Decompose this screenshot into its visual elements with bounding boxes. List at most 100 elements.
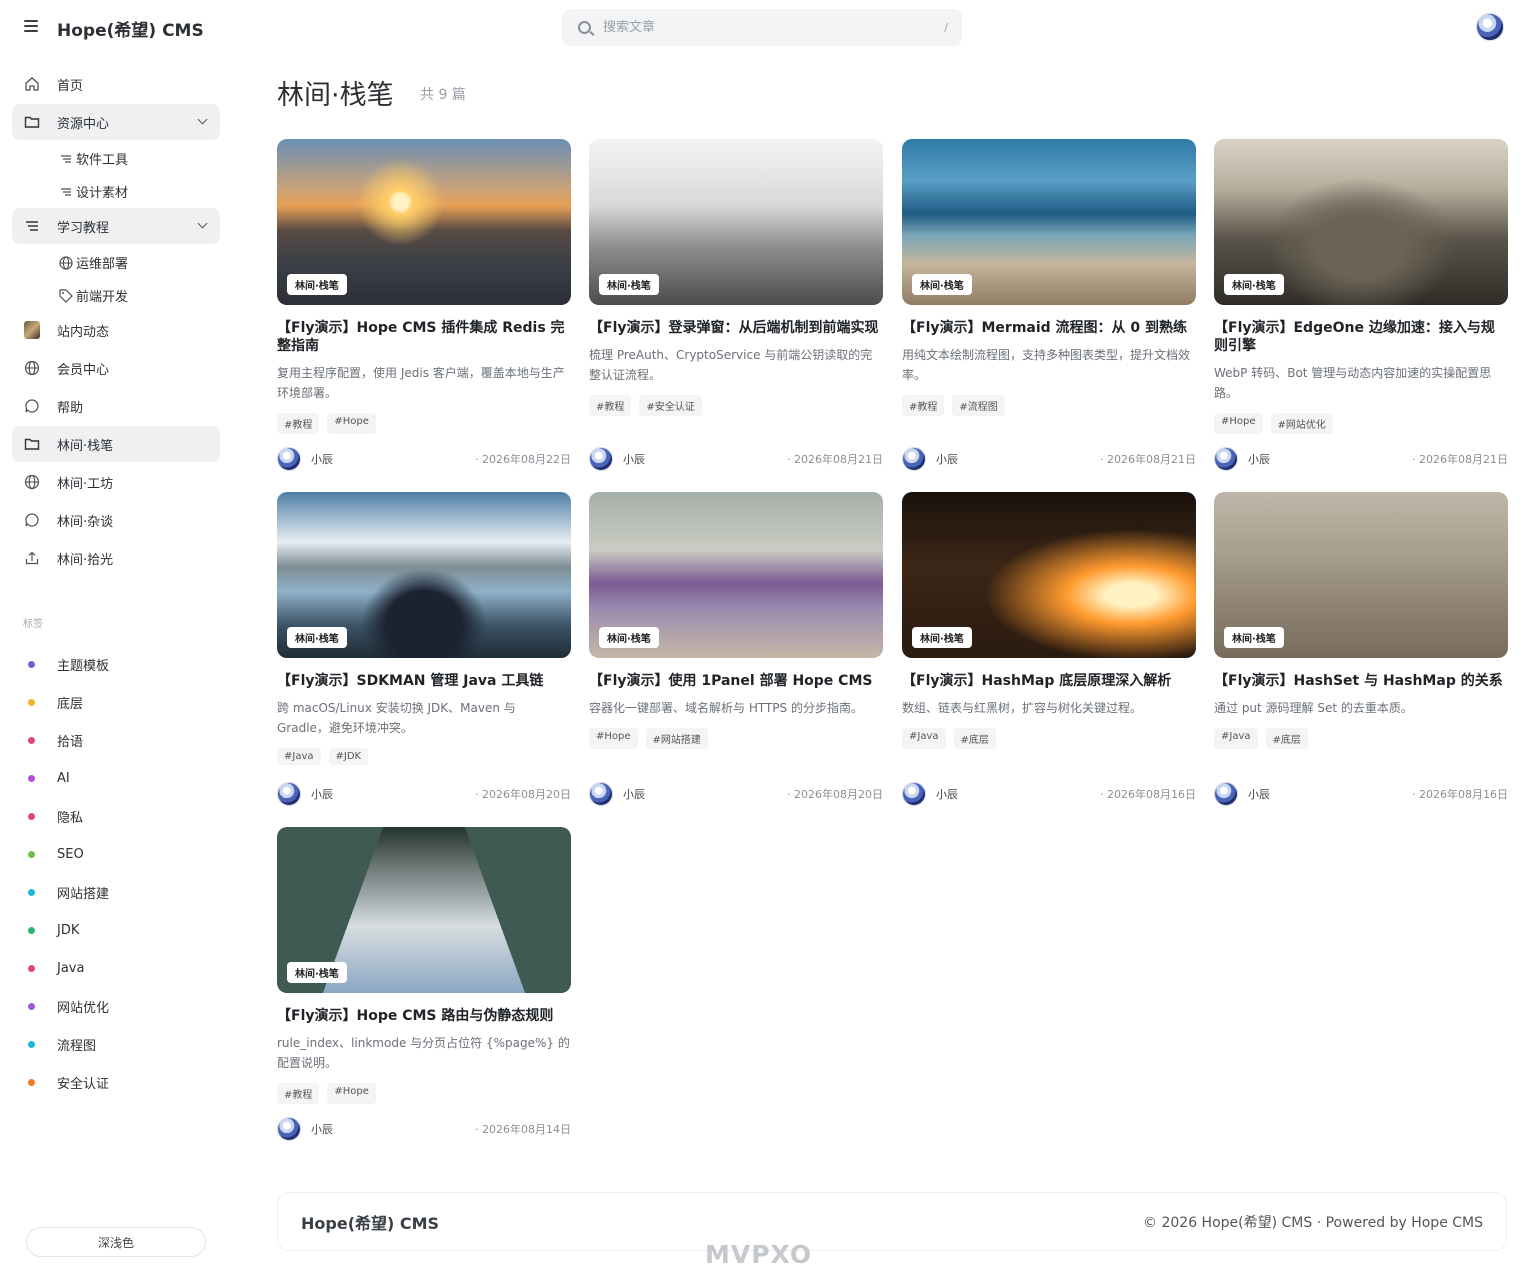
article-tag[interactable]: #教程 bbox=[589, 395, 632, 416]
article-tag[interactable]: #Hope bbox=[589, 728, 638, 749]
article-tag[interactable]: #网站搭建 bbox=[645, 728, 708, 749]
tag-item[interactable]: 拾语 bbox=[12, 721, 220, 759]
publish-date: · 2026年08月21日 bbox=[787, 453, 883, 466]
tag-label: AI bbox=[57, 770, 70, 786]
site-footer: Hope(希望) CMS © 2026 Hope(希望) CMS · Power… bbox=[277, 1192, 1507, 1251]
sidebar-item-linjian-zatan[interactable]: 林间·杂谈 bbox=[12, 502, 220, 538]
article-card: 林间·栈笔 【Fly演示】Hope CMS 路由与伪静态规则 rule_inde… bbox=[277, 827, 571, 1141]
sidebar-item-linjian-zhanbi[interactable]: 林间·栈笔 bbox=[12, 426, 220, 462]
article-title[interactable]: 【Fly演示】Mermaid 流程图：从 0 到熟练 bbox=[902, 319, 1196, 337]
upload-icon bbox=[24, 550, 40, 566]
tag-item[interactable]: 流程图 bbox=[12, 1025, 220, 1063]
article-tag[interactable]: #流程图 bbox=[952, 395, 1005, 416]
footer-brand[interactable]: Hope(希望) CMS bbox=[301, 1210, 439, 1234]
author-name: 小辰 bbox=[936, 453, 958, 466]
tag-item[interactable]: JDK bbox=[12, 911, 220, 949]
article-tag[interactable]: #JDK bbox=[328, 748, 369, 765]
article-title[interactable]: 【Fly演示】SDKMAN 管理 Java 工具链 bbox=[277, 672, 571, 690]
article-tag[interactable]: #教程 bbox=[277, 413, 320, 434]
article-title[interactable]: 【Fly演示】Hope CMS 路由与伪静态规则 bbox=[277, 1007, 571, 1025]
tag-item[interactable]: 底层 bbox=[12, 683, 220, 721]
sidebar-item-help[interactable]: 帮助 bbox=[12, 388, 220, 424]
sidebar-item-linjian-gongfang[interactable]: 林间·工坊 bbox=[12, 464, 220, 500]
tag-item[interactable]: 隐私 bbox=[12, 797, 220, 835]
article-tag[interactable]: #教程 bbox=[277, 1083, 320, 1104]
sidebar-item-member[interactable]: 会员中心 bbox=[12, 350, 220, 386]
page-title: 林间·栈笔 bbox=[277, 80, 394, 111]
tag-item[interactable]: 安全认证 bbox=[12, 1063, 220, 1101]
tag-item[interactable]: Java bbox=[12, 949, 220, 987]
tag-item[interactable]: SEO bbox=[12, 835, 220, 873]
search-bar[interactable]: / bbox=[562, 9, 962, 46]
article-tag[interactable]: #Java bbox=[902, 728, 946, 749]
article-tag[interactable]: #安全认证 bbox=[639, 395, 702, 416]
tag-label: SEO bbox=[57, 846, 84, 862]
sidebar-item-linjian-shiguang[interactable]: 林间·拾光 bbox=[12, 540, 220, 576]
article-title[interactable]: 【Fly演示】HashMap 底层原理深入解析 bbox=[902, 672, 1196, 690]
tag-dot bbox=[28, 1040, 35, 1048]
article-tag[interactable]: #教程 bbox=[902, 395, 945, 416]
article-tag[interactable]: #网站优化 bbox=[1270, 413, 1333, 434]
tag-item[interactable]: 网站搭建 bbox=[12, 873, 220, 911]
folder-icon bbox=[24, 114, 40, 130]
chat-icon bbox=[24, 512, 40, 528]
article-cover-image[interactable]: 林间·栈笔 bbox=[277, 492, 571, 658]
sidebar-item-home[interactable]: 首页 bbox=[12, 66, 220, 102]
article-cover-image[interactable]: 林间·栈笔 bbox=[1214, 139, 1508, 305]
tag-dot bbox=[28, 698, 35, 706]
article-card: 林间·栈笔 【Fly演示】登录弹窗：从后端机制到前端实现 梳理 PreAuth、… bbox=[589, 139, 883, 471]
publish-date: · 2026年08月22日 bbox=[475, 453, 571, 466]
image-thumb-icon bbox=[24, 321, 40, 339]
menu-icon[interactable] bbox=[24, 18, 38, 34]
article-cover-image[interactable]: 林间·栈笔 bbox=[589, 492, 883, 658]
author-avatar bbox=[1214, 447, 1238, 471]
article-tag[interactable]: #Java bbox=[277, 748, 321, 765]
author-name: 小辰 bbox=[1248, 453, 1270, 466]
article-title[interactable]: 【Fly演示】HashSet 与 HashMap 的关系 bbox=[1214, 672, 1508, 690]
sidebar-subitem-design[interactable]: 设计素材 bbox=[12, 175, 220, 208]
search-input[interactable] bbox=[603, 20, 945, 35]
chevron-down-icon[interactable] bbox=[197, 218, 208, 229]
article-card: 林间·栈笔 【Fly演示】SDKMAN 管理 Java 工具链 跨 macOS/… bbox=[277, 492, 571, 806]
author-avatar bbox=[277, 447, 301, 471]
article-cover-image[interactable]: 林间·栈笔 bbox=[1214, 492, 1508, 658]
article-meta: 小辰 · 2026年08月21日 bbox=[589, 447, 883, 471]
chevron-down-icon[interactable] bbox=[197, 114, 208, 125]
home-icon bbox=[24, 76, 40, 92]
sidebar-item-news[interactable]: 站内动态 bbox=[12, 312, 220, 348]
article-cover-image[interactable]: 林间·栈笔 bbox=[277, 139, 571, 305]
site-brand[interactable]: Hope(希望) CMS bbox=[57, 16, 204, 41]
article-tag[interactable]: #底层 bbox=[953, 728, 996, 749]
sidebar-item-label: 学习教程 bbox=[57, 220, 110, 236]
article-cover-image[interactable]: 林间·栈笔 bbox=[902, 139, 1196, 305]
article-tag[interactable]: #底层 bbox=[1265, 728, 1308, 749]
tag-label: 网站优化 bbox=[57, 1000, 110, 1016]
sidebar-item-tutorials[interactable]: 学习教程 bbox=[12, 208, 220, 244]
sidebar-subitem-ops[interactable]: 运维部署 bbox=[12, 246, 220, 279]
article-tags: #Java #JDK bbox=[277, 748, 571, 765]
sidebar-item-resources[interactable]: 资源中心 bbox=[12, 104, 220, 140]
article-card: 林间·栈笔 【Fly演示】EdgeOne 边缘加速：接入与规则引擎 WebP 转… bbox=[1214, 139, 1508, 471]
article-cover-image[interactable]: 林间·栈笔 bbox=[277, 827, 571, 993]
article-tag[interactable]: #Hope bbox=[1214, 413, 1263, 434]
user-avatar[interactable] bbox=[1476, 13, 1504, 41]
article-meta: 小辰 · 2026年08月16日 bbox=[1214, 782, 1508, 806]
article-title[interactable]: 【Fly演示】使用 1Panel 部署 Hope CMS bbox=[589, 672, 883, 690]
tag-item[interactable]: 网站优化 bbox=[12, 987, 220, 1025]
tag-item[interactable]: 主题模板 bbox=[12, 645, 220, 683]
article-cover-image[interactable]: 林间·栈笔 bbox=[589, 139, 883, 305]
sidebar-subitem-frontend[interactable]: 前端开发 bbox=[12, 279, 220, 312]
article-title[interactable]: 【Fly演示】Hope CMS 插件集成 Redis 完整指南 bbox=[277, 319, 571, 355]
sidebar-subitem-software[interactable]: 软件工具 bbox=[12, 142, 220, 175]
article-tag[interactable]: #Hope bbox=[327, 413, 376, 434]
tag-label: 拾语 bbox=[57, 734, 84, 750]
article-tags: #教程 #安全认证 bbox=[589, 395, 883, 416]
article-tag[interactable]: #Hope bbox=[327, 1083, 376, 1104]
globe-icon bbox=[58, 255, 74, 271]
article-cover-image[interactable]: 林间·栈笔 bbox=[902, 492, 1196, 658]
article-title[interactable]: 【Fly演示】EdgeOne 边缘加速：接入与规则引擎 bbox=[1214, 319, 1508, 355]
theme-toggle-button[interactable]: 深浅色 bbox=[26, 1227, 206, 1257]
article-tag[interactable]: #Java bbox=[1214, 728, 1258, 749]
article-title[interactable]: 【Fly演示】登录弹窗：从后端机制到前端实现 bbox=[589, 319, 883, 337]
tag-item[interactable]: AI bbox=[12, 759, 220, 797]
